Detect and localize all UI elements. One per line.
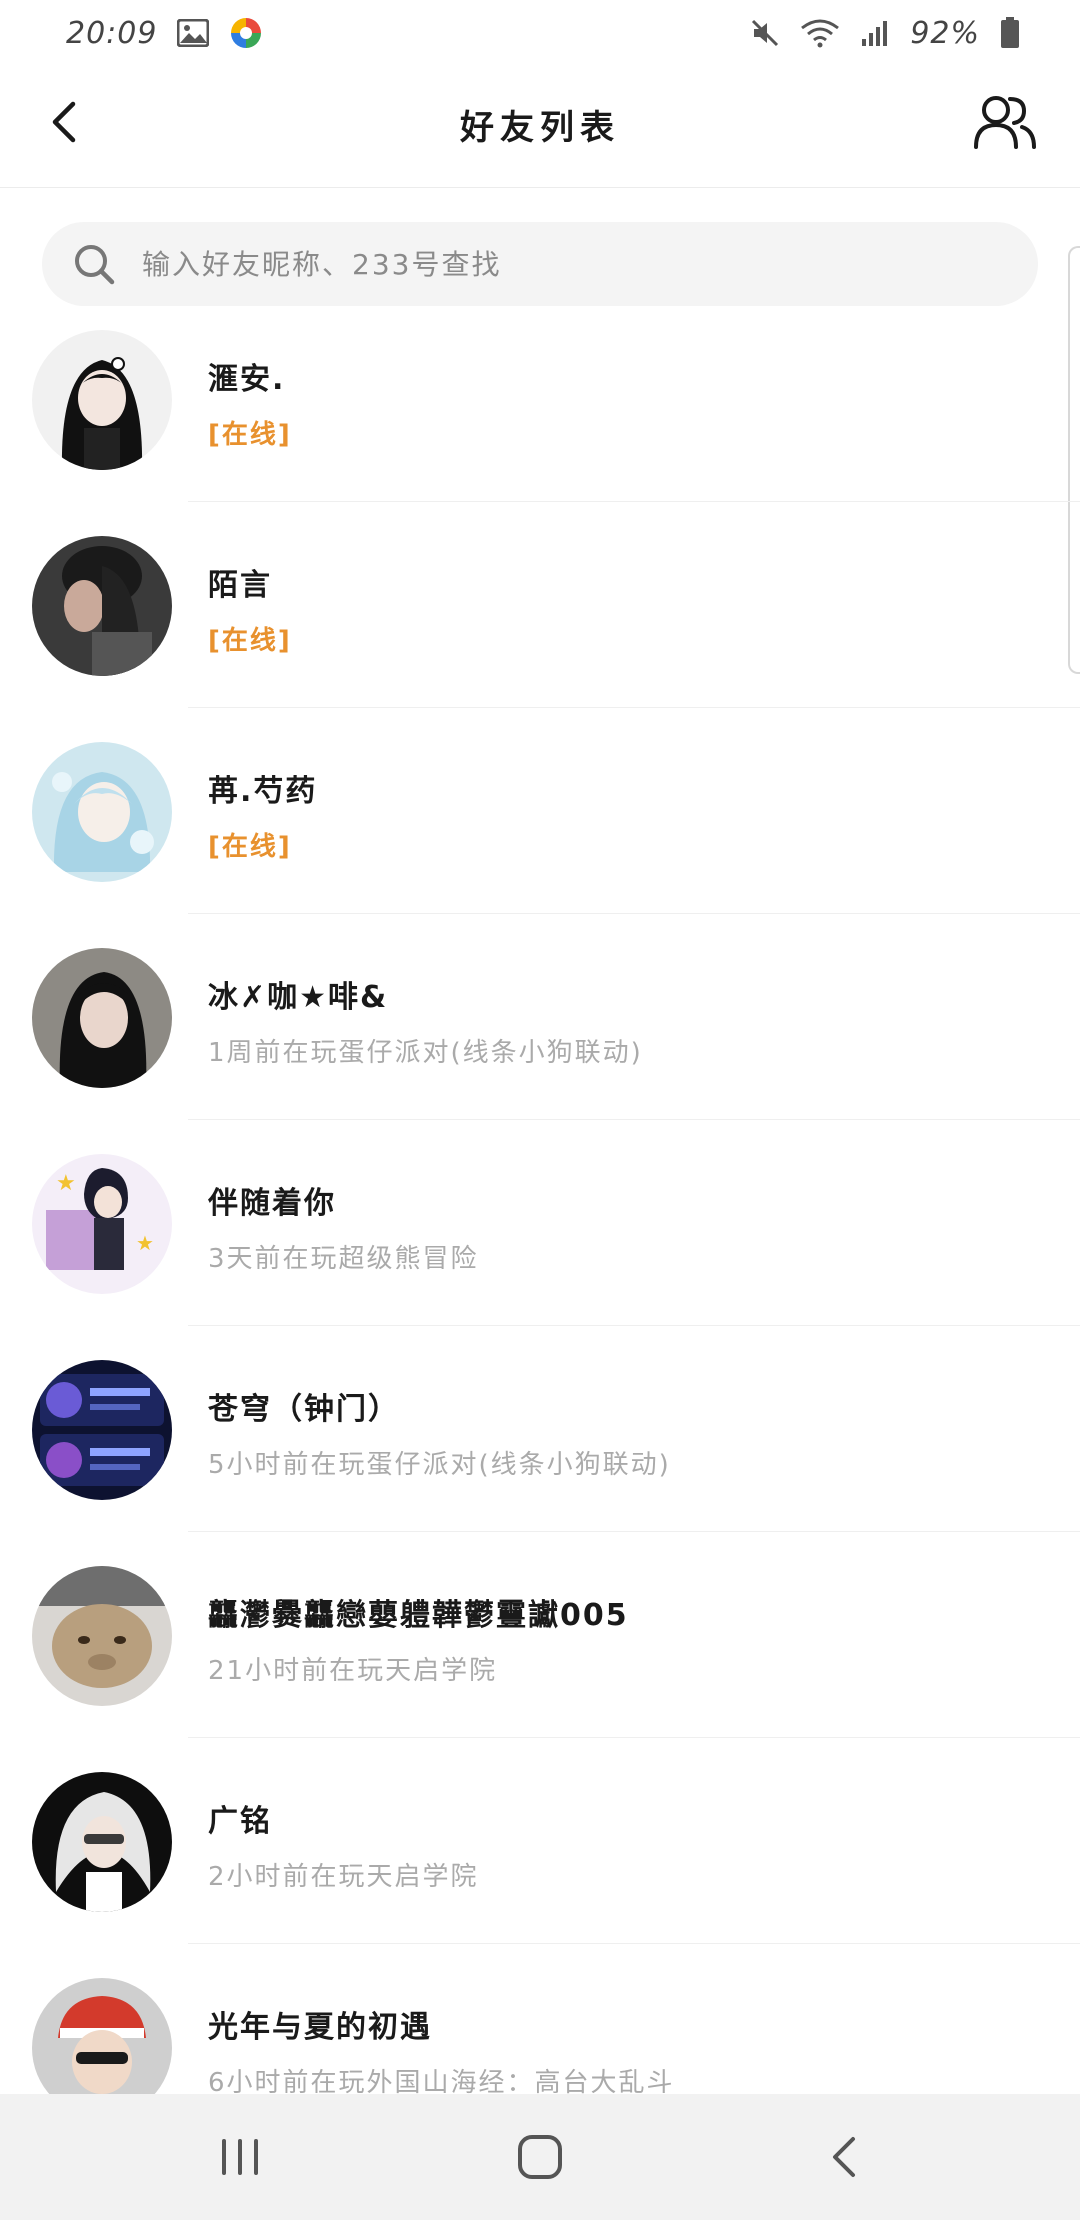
home-button[interactable] [500,2124,580,2190]
friend-name: 苍穹（钟门） [208,1392,400,1427]
status-time: 20:09 [66,15,158,51]
avatar[interactable] [32,1772,172,1912]
recents-icon [222,2139,258,2175]
friend-status: 3天前在玩超级熊冒险 [208,1244,479,1274]
avatar[interactable]: ★ ★ [32,1154,172,1294]
avatar[interactable] [32,1566,172,1706]
gallery-icon [177,19,210,47]
app-pinwheel-icon [229,16,263,50]
avatar[interactable] [32,948,172,1088]
status-bar-right: 92% [750,16,1020,51]
svg-text:★: ★ [136,1231,154,1255]
friend-row[interactable]: 冰✗咖★啡& 1周前在玩蛋仔派对(线条小狗联动) [0,914,1080,1120]
signal-icon [860,19,890,47]
system-nav-bar [0,2094,1080,2220]
avatar[interactable] [32,330,172,470]
avatar[interactable] [32,742,172,882]
wifi-icon [800,18,840,48]
friend-name: 广铭 [208,1804,272,1839]
friend-name: 冰✗咖★啡& [208,980,389,1015]
friend-status: 2小时前在玩天启学院 [208,1862,479,1892]
friend-row[interactable]: 苒.芍药 [在线] [0,708,1080,914]
svg-text:★: ★ [56,1171,76,1196]
friend-status: 1周前在玩蛋仔派对(线条小狗联动) [208,1038,643,1068]
friend-status: [在线] [208,832,292,862]
friend-list: 滙安. [在线] 陌言 [在线] 苒.芍药 [在线] 冰✗咖★啡& 1周前在玩蛋… [0,296,1080,2150]
friend-name: 光年与夏的初遇 [208,2010,432,2045]
avatar[interactable] [32,536,172,676]
status-bar: 20:09 92% [0,0,1080,66]
search-bar[interactable] [42,222,1038,306]
friend-status: [在线] [208,420,292,450]
friend-status: 5小时前在玩蛋仔派对(线条小狗联动) [208,1450,671,1480]
back-icon [833,2137,855,2177]
friend-name: 苒.芍药 [208,774,318,809]
nav-back-button[interactable] [804,2124,884,2190]
search-input[interactable] [140,246,1004,282]
friend-row[interactable]: ★ ★ 伴随着你 3天前在玩超级熊冒险 [0,1120,1080,1326]
avatar[interactable] [32,1360,172,1500]
friend-row[interactable]: 陌言 [在线] [0,502,1080,708]
friends-manage-button[interactable] [972,92,1038,152]
friend-name: 龘灪爨龘戀蘡軆韡鬱靊讞005 [208,1598,629,1633]
recents-button[interactable] [200,2124,280,2190]
friend-name: 滙安. [208,362,286,397]
friend-name: 伴随着你 [208,1186,336,1221]
friend-name: 陌言 [208,568,272,603]
friend-status: [在线] [208,626,292,656]
battery-percent: 92% [910,15,980,51]
users-icon [974,96,1036,149]
page-title: 好友列表 [460,108,620,148]
friend-row[interactable]: 苍穹（钟门） 5小时前在玩蛋仔派对(线条小狗联动) [0,1326,1080,1532]
header: 好友列表 [0,66,1080,188]
home-icon [518,2135,562,2179]
friend-row[interactable]: 广铭 2小时前在玩天启学院 [0,1738,1080,1944]
status-bar-left: 20:09 [66,16,263,51]
mute-icon [750,18,780,48]
friend-row[interactable]: 龘灪爨龘戀蘡軆韡鬱靊讞005 21小时前在玩天启学院 [0,1532,1080,1738]
search-icon [72,242,116,286]
friend-row[interactable]: 滙安. [在线] [0,296,1080,502]
friend-status: 21小时前在玩天启学院 [208,1656,498,1686]
battery-icon [1000,17,1020,49]
